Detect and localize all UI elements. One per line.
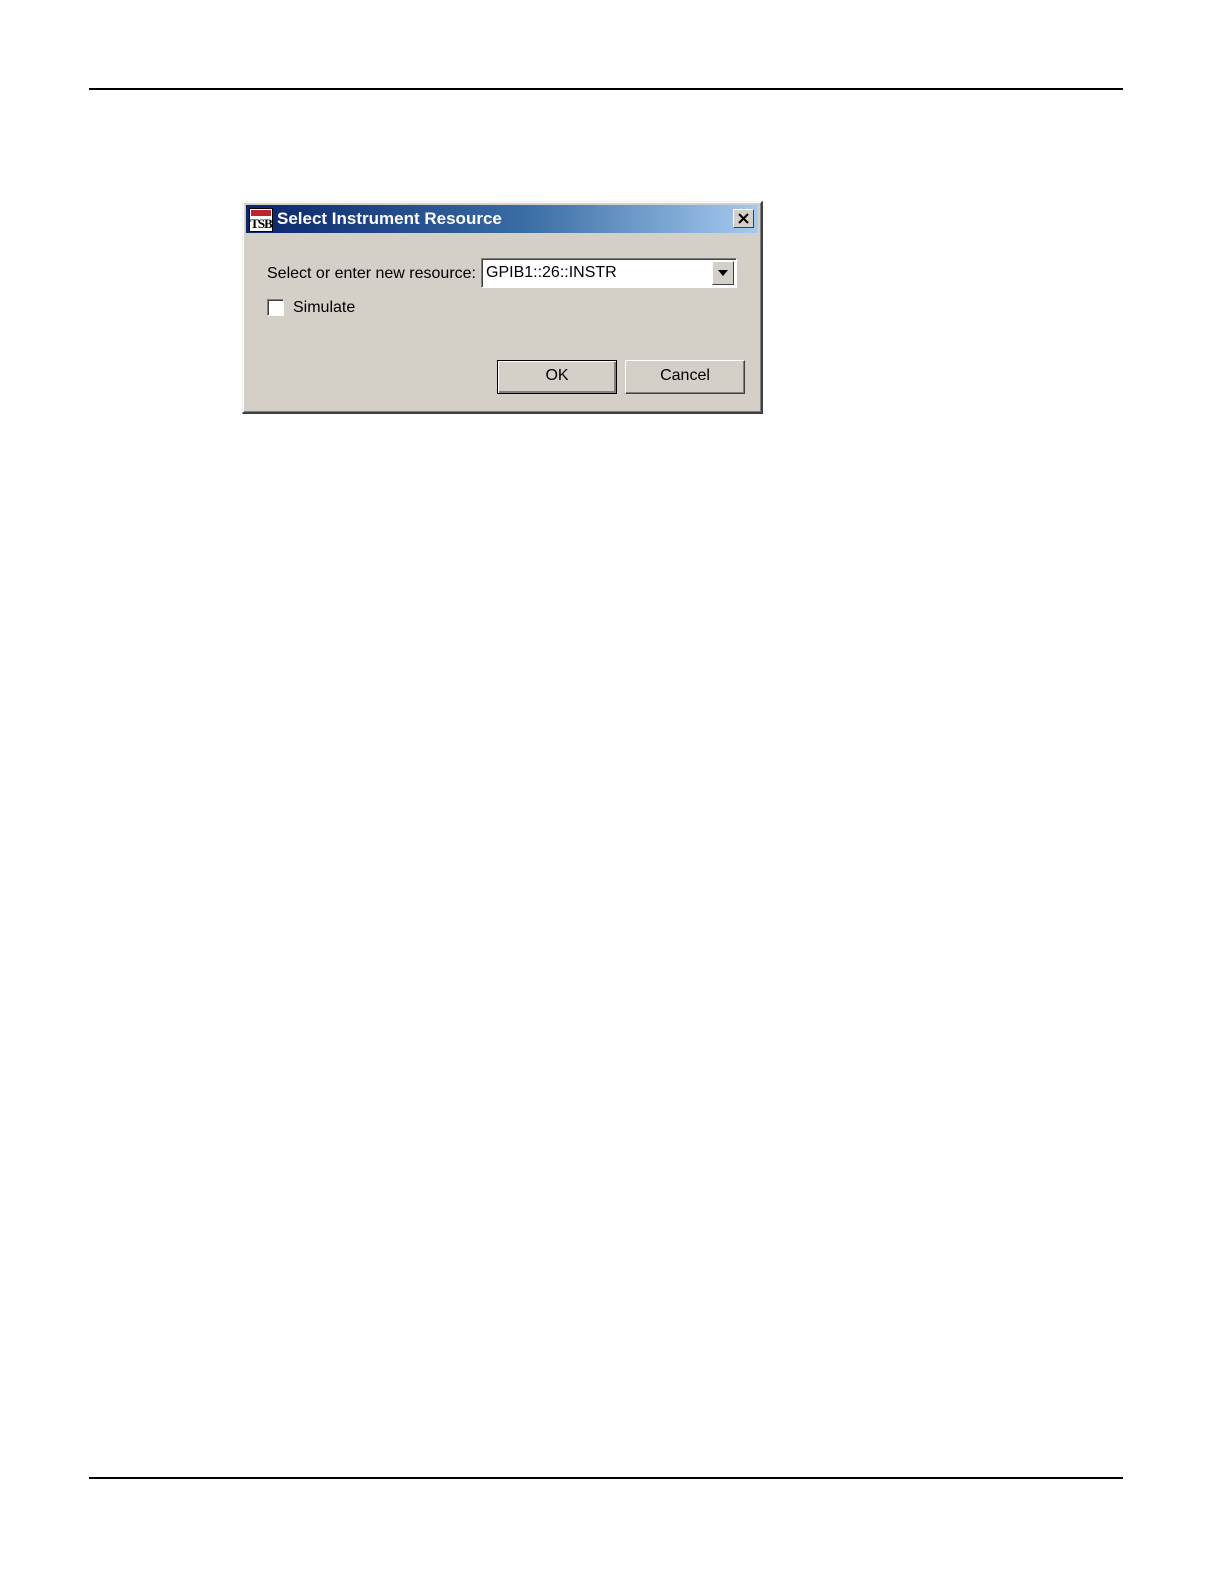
select-instrument-resource-dialog: TSB Select Instrument Resource Select or… xyxy=(242,201,763,414)
dialog-title: Select Instrument Resource xyxy=(277,209,502,228)
ok-button[interactable]: OK xyxy=(497,360,617,394)
simulate-checkbox[interactable] xyxy=(267,299,284,316)
app-icon-text: TSB xyxy=(250,216,273,231)
cancel-button[interactable]: Cancel xyxy=(625,360,745,394)
resource-label: Select or enter new resource: xyxy=(267,265,476,282)
simulate-label[interactable]: Simulate xyxy=(293,298,355,318)
resource-combobox[interactable]: GPIB1::26::INSTR xyxy=(481,258,737,288)
dialog-titlebar[interactable]: TSB Select Instrument Resource xyxy=(246,205,758,233)
page-footer-rule xyxy=(89,1477,1123,1479)
page-header-rule xyxy=(89,88,1123,90)
resource-dropdown-button[interactable] xyxy=(712,261,734,285)
chevron-down-icon xyxy=(718,270,728,276)
close-icon xyxy=(738,213,749,224)
tsb-app-icon: TSB xyxy=(249,208,273,232)
resource-combobox-value[interactable]: GPIB1::26::INSTR xyxy=(486,263,617,283)
close-button[interactable] xyxy=(733,209,754,228)
